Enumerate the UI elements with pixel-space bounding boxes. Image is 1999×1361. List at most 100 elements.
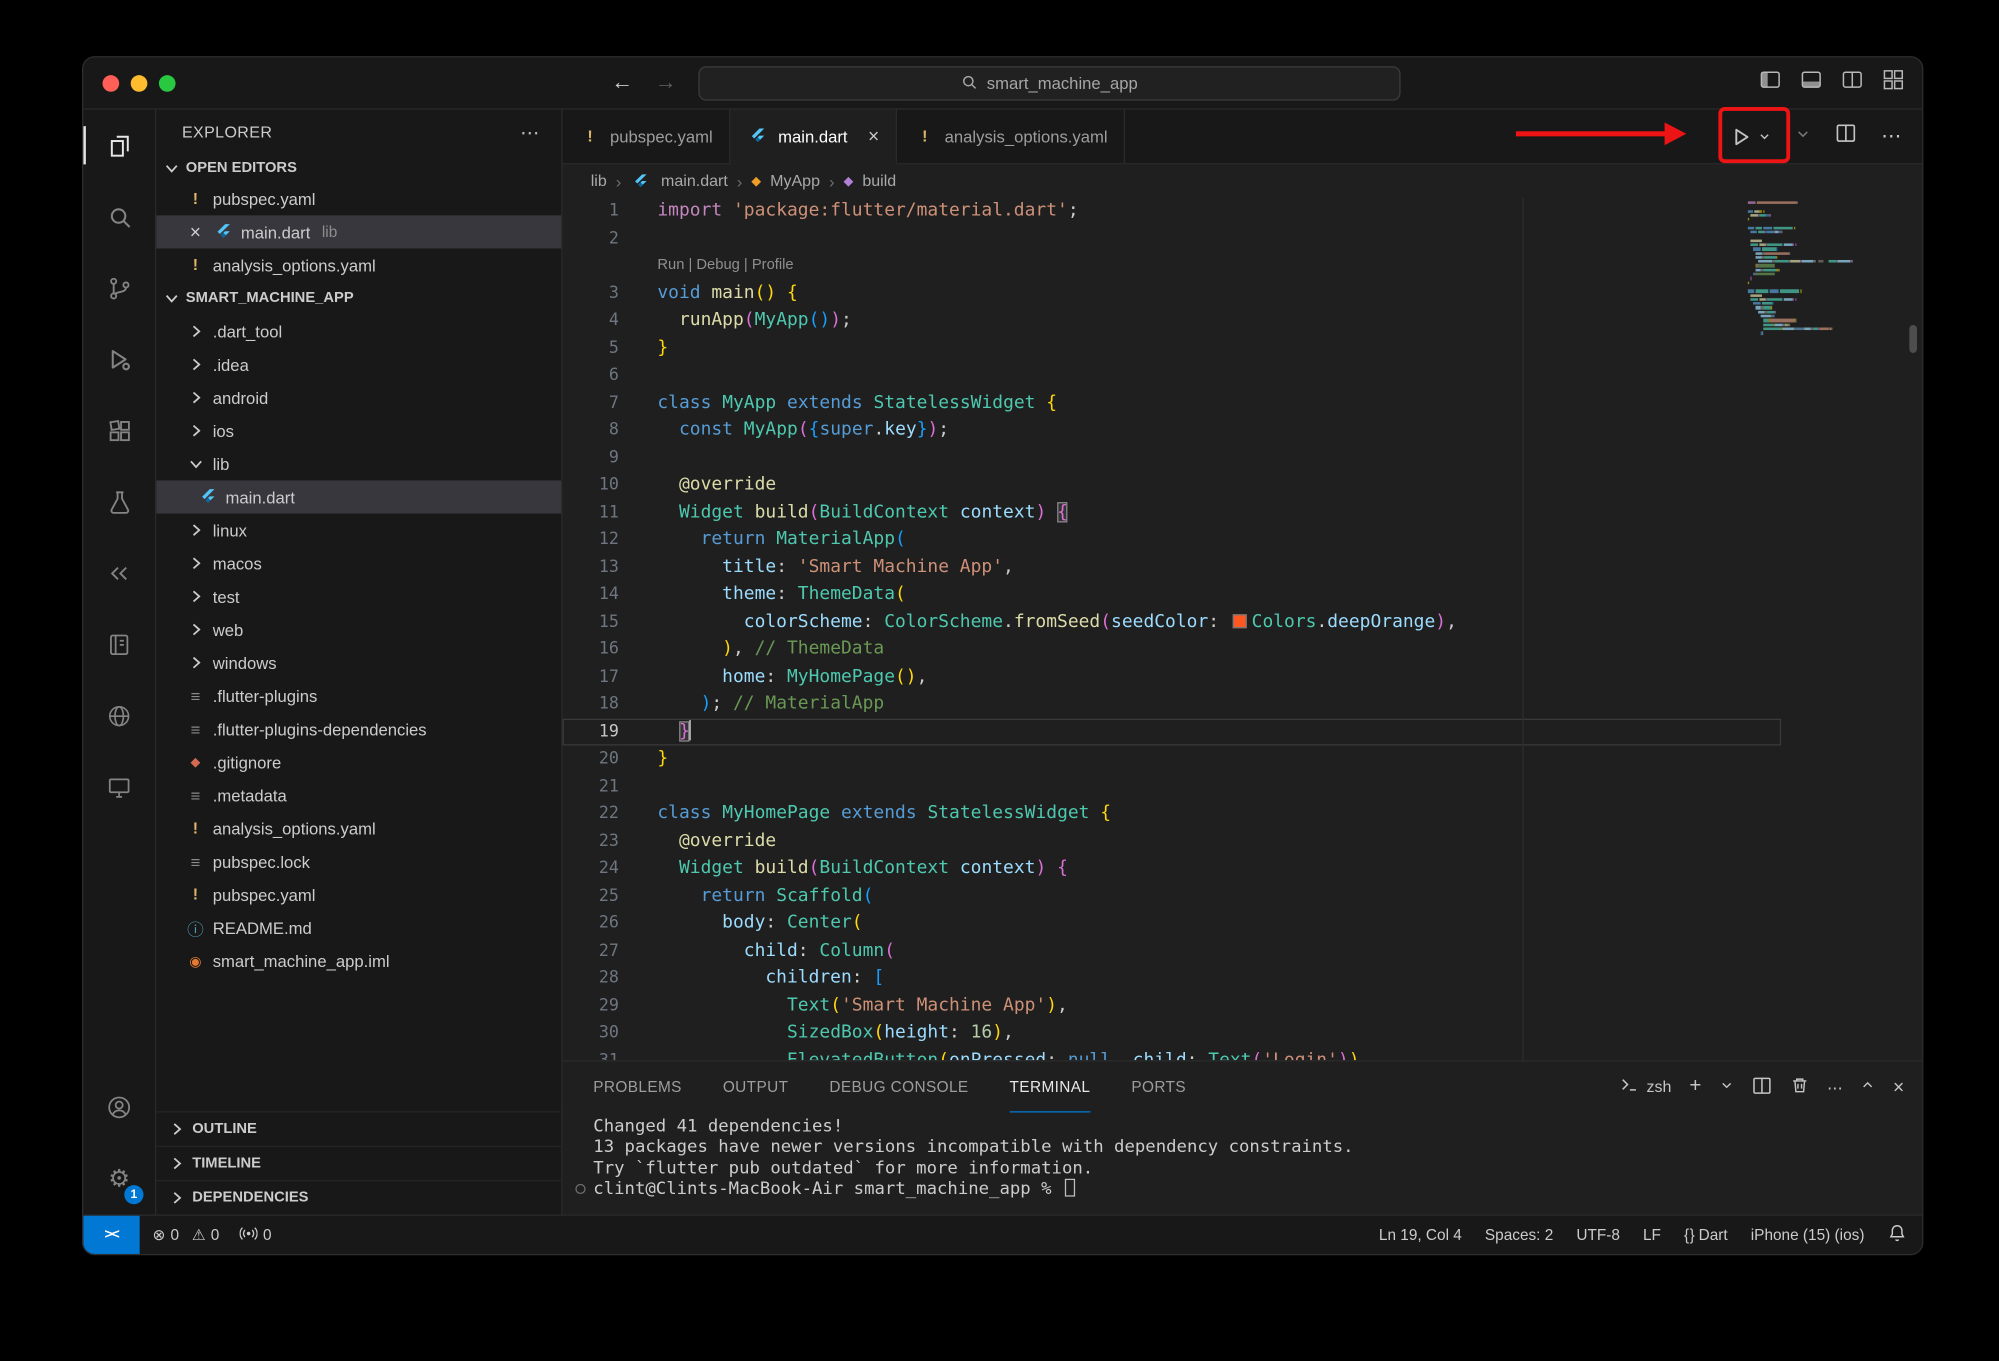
tree-item-main-dart[interactable]: main.dart [156,480,561,513]
tree-item-idea[interactable]: .idea [156,348,561,381]
remote-indicator[interactable]: >< [83,1216,139,1254]
open-editor-analysis-options-yaml[interactable]: !analysis_options.yaml [156,248,561,281]
tab-debug-console[interactable]: DEBUG CONSOLE [829,1062,968,1113]
tree-item-ios[interactable]: ios [156,414,561,447]
run-debug-view-icon[interactable] [83,324,155,395]
command-center-search[interactable]: smart_machine_app [698,66,1400,100]
code-line[interactable]: 7class MyApp extends StatelessWidget { [563,389,1782,416]
code-line[interactable]: 13 title: 'Smart Machine App', [563,554,1782,581]
tree-item-flutter-plugins-dependencies[interactable]: ≡.flutter-plugins-dependencies [156,712,561,745]
breadcrumb-lib[interactable]: lib [591,172,607,190]
code-line[interactable]: 28 children: [ [563,965,1782,992]
code-line[interactable]: 9 [563,444,1782,471]
close-panel-icon[interactable]: × [1893,1076,1904,1098]
code-line[interactable]: 2 [563,225,1782,252]
zoom-window-button[interactable] [159,75,176,92]
code-line[interactable]: 11 Widget build(BuildContext context) { [563,499,1782,526]
more-actions-icon[interactable]: ⋯ [1881,124,1902,149]
breadcrumb-method[interactable]: build [862,172,896,190]
shell-selector[interactable]: zsh [1620,1076,1672,1099]
terminal-output[interactable]: Changed 41 dependencies!13 packages have… [563,1112,1923,1214]
tree-item-metadata[interactable]: ≡.metadata [156,779,561,812]
code-line[interactable]: 15 colorScheme: ColorScheme.fromSeed(see… [563,608,1782,635]
open-editors-section-header[interactable]: OPEN EDITORS [156,154,561,182]
kill-terminal-icon[interactable] [1790,1076,1809,1099]
code-line[interactable]: 12 return MaterialApp( [563,526,1782,553]
account-icon[interactable] [83,1072,155,1143]
customize-layout-icon[interactable] [1882,69,1904,97]
tree-item-test[interactable]: test [156,580,561,613]
code-line[interactable]: 3void main() { [563,280,1782,307]
tab-main-dart[interactable]: main.dart × [731,110,898,164]
code-line[interactable]: 31 ElevatedButton(onPressed: null, child… [563,1047,1782,1060]
code-line[interactable]: 24 Widget build(BuildContext context) { [563,855,1782,882]
code-line[interactable]: 27 child: Column( [563,937,1782,964]
code-line[interactable]: 30 SizedBox(height: 16), [563,1019,1782,1046]
tab-pubspec-yaml[interactable]: ! pubspec.yaml [563,110,731,164]
eol[interactable]: LF [1643,1226,1661,1244]
cursor-position[interactable]: Ln 19, Col 4 [1379,1226,1462,1244]
code-line[interactable]: 14 theme: ThemeData( [563,581,1782,608]
maximize-panel-icon[interactable] [1861,1078,1875,1096]
encoding[interactable]: UTF-8 [1576,1226,1620,1244]
tree-item-lib[interactable]: lib [156,447,561,480]
tab-analysis-options-yaml[interactable]: ! analysis_options.yaml [897,110,1125,164]
code-line[interactable]: 4 runApp(MyApp()); [563,307,1782,334]
tree-item-linux[interactable]: linux [156,514,561,547]
device-selector[interactable]: iPhone (15) (ios) [1751,1226,1865,1244]
code-line[interactable]: 6 [563,362,1782,389]
color-swatch[interactable] [1232,614,1246,628]
close-window-button[interactable] [103,75,120,92]
code-line[interactable]: 5} [563,335,1782,362]
code-line[interactable]: 26 body: Center( [563,910,1782,937]
dependencies-section[interactable]: DEPENDENCIES [156,1180,561,1214]
notebook-icon[interactable] [83,609,155,680]
minimap[interactable] [1748,201,1870,335]
project-section-header[interactable]: SMART_MACHINE_APP [156,282,561,315]
toggle-sidebar-icon[interactable] [1759,69,1781,97]
codelens-row[interactable]: Run | Debug | Profile [563,252,1782,279]
tab-ports[interactable]: PORTS [1131,1062,1186,1113]
toggle-panel-icon[interactable] [1800,69,1822,97]
split-terminal-icon[interactable] [1751,1075,1772,1099]
tab-problems[interactable]: PROBLEMS [593,1062,682,1113]
editor-scrollbar[interactable] [1909,325,1917,353]
tree-item-flutter-plugins[interactable]: ≡.flutter-plugins [156,679,561,712]
tree-item-pubspec-lock[interactable]: ≡pubspec.lock [156,845,561,878]
tree-item-readme-md[interactable]: ⓘREADME.md [156,911,561,944]
close-tab-icon[interactable]: × [868,126,879,148]
code-area[interactable]: 1import 'package:flutter/material.dart';… [563,198,1782,1061]
code-editor[interactable]: 1import 'package:flutter/material.dart';… [563,198,1923,1061]
nav-back-icon[interactable]: ← [611,57,633,108]
chevron-down-icon[interactable] [1795,125,1810,148]
code-line[interactable]: 25 return Scaffold( [563,882,1782,909]
terminal-dropdown-icon[interactable] [1719,1078,1733,1096]
close-icon[interactable]: × [185,221,207,243]
new-terminal-icon[interactable]: + [1689,1076,1701,1099]
outline-section[interactable]: OUTLINE [156,1111,561,1145]
code-line[interactable]: 21 [563,773,1782,800]
sidebar-more-icon[interactable]: ⋯ [520,120,541,143]
tab-terminal[interactable]: TERMINAL [1010,1062,1091,1113]
code-line[interactable]: 8 const MyApp({super.key}); [563,417,1782,444]
tree-item-android[interactable]: android [156,381,561,414]
explorer-icon[interactable] [83,110,155,181]
code-line[interactable]: 16 ), // ThemeData [563,636,1782,663]
code-line[interactable]: 20} [563,745,1782,772]
tree-item-smart-machine-app-iml[interactable]: ◉smart_machine_app.iml [156,944,561,977]
tree-item-analysis-options-yaml[interactable]: !analysis_options.yaml [156,812,561,845]
extensions-icon[interactable] [83,395,155,466]
notifications-bell-icon[interactable] [1888,1223,1907,1246]
language-mode[interactable]: { } Dart [1684,1226,1728,1244]
open-editor-main-dart[interactable]: ×main.dartlib [156,215,561,248]
references-icon[interactable] [83,538,155,609]
tree-item-gitignore[interactable]: ◆.gitignore [156,745,561,778]
problems-status[interactable]: ⊗ 0 ⚠ 0 [152,1226,219,1244]
ports-status[interactable]: 0 [240,1225,272,1244]
code-line[interactable]: 23 @override [563,828,1782,855]
minimize-window-button[interactable] [131,75,148,92]
breadcrumb-class[interactable]: MyApp [770,172,820,190]
code-line[interactable]: 22class MyHomePage extends StatelessWidg… [563,800,1782,827]
code-line[interactable]: 19 } [563,718,1782,745]
code-line[interactable]: 17 home: MyHomePage(), [563,663,1782,690]
